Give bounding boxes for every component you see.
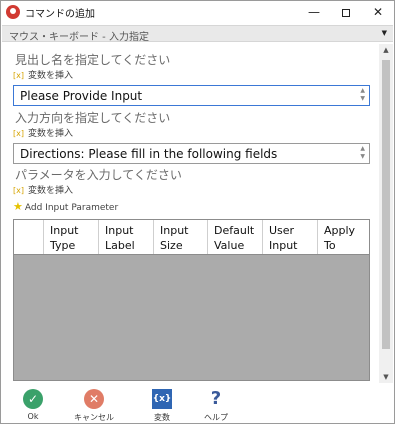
check-icon: ✓: [23, 389, 43, 409]
dialog-window: コマンドの追加 — ✕ マウス・キーボード - 入力指定 ▼ ▲ ▼ 見出し名を…: [0, 0, 395, 424]
window-title: コマンドの追加: [25, 9, 95, 20]
table-header: Input Type Input Label Input Size Default Va…: [14, 220, 369, 255]
cancel-button[interactable]: ✕ キャンセル: [72, 389, 116, 423]
scroll-down-arrow-icon[interactable]: ▼: [379, 373, 393, 381]
table-header-default-value[interactable]: Default Value: [207, 220, 262, 254]
section-title: マウス・キーボード - 入力指定: [9, 32, 149, 43]
table-header-input-type[interactable]: Input Type: [43, 220, 98, 254]
ok-label: Ok: [27, 412, 39, 421]
table-header-select[interactable]: [14, 220, 43, 254]
heading-name-value: Please Provide Input: [20, 89, 143, 103]
variable-icon: [x]: [13, 186, 24, 195]
star-icon: ★: [13, 200, 23, 213]
minimize-button[interactable]: —: [299, 1, 329, 23]
variable-icon: [x]: [13, 71, 24, 80]
variable-icon: [x]: [13, 129, 24, 138]
input-direction-input[interactable]: Directions: Please fill in the following…: [13, 143, 370, 164]
insert-variable-label: 変数を挿入: [27, 129, 73, 139]
table-header-input-label[interactable]: Input Label: [98, 220, 153, 254]
insert-variable-link-2[interactable]: [x] 変数を挿入: [13, 126, 73, 139]
help-button[interactable]: ? ヘルプ: [194, 389, 238, 423]
add-input-parameter-label: Add Input Parameter: [24, 203, 119, 213]
ok-button[interactable]: ✓ Ok: [11, 389, 55, 421]
heading-name-label: 見出し名を指定してください: [15, 53, 171, 67]
insert-variable-label: 変数を挿入: [27, 71, 73, 81]
cancel-x-icon: ✕: [84, 389, 104, 409]
spin-arrows-icon[interactable]: ▲ ▼: [360, 87, 365, 103]
chevron-down-icon[interactable]: ▼: [382, 29, 387, 37]
add-input-parameter-button[interactable]: ★ Add Input Parameter: [13, 200, 118, 213]
insert-variable-link-1[interactable]: [x] 変数を挿入: [13, 68, 73, 81]
scroll-up-arrow-icon[interactable]: ▲: [379, 46, 393, 54]
heading-name-input[interactable]: Please Provide Input ▲ ▼: [13, 85, 370, 106]
help-question-icon: ?: [210, 388, 222, 409]
parameter-table: Input Type Input Label Input Size Default Va…: [13, 219, 370, 381]
help-label: ヘルプ: [204, 413, 228, 422]
input-direction-label: 入力方向を指定してください: [15, 111, 171, 125]
footer-toolbar: ✓ Ok ✕ キャンセル {x} 変数 ? ヘルプ: [2, 383, 393, 423]
insert-variable-label: 変数を挿入: [27, 186, 73, 196]
input-direction-value: Directions: Please fill in the following…: [20, 147, 278, 161]
table-header-input-size[interactable]: Input Size: [153, 220, 207, 254]
spin-arrows-icon[interactable]: ▲ ▼: [360, 145, 365, 161]
parameters-label: パラメータを入力してください: [15, 168, 182, 182]
section-header[interactable]: マウス・キーボード - 入力指定 ▼: [2, 25, 393, 43]
scroll-thumb[interactable]: [382, 60, 390, 349]
table-header-user-input[interactable]: User Input: [262, 220, 317, 254]
app-icon: [6, 5, 20, 19]
title-bar: コマンドの追加 — ✕: [1, 1, 394, 23]
maximize-icon: [342, 8, 350, 17]
vertical-scrollbar[interactable]: ▲ ▼: [379, 44, 393, 383]
variable-braces-icon: {x}: [152, 389, 172, 409]
variable-label: 変数: [154, 413, 170, 422]
variable-button[interactable]: {x} 変数: [140, 389, 184, 423]
cancel-label: キャンセル: [74, 413, 114, 422]
maximize-button[interactable]: [331, 1, 361, 23]
close-button[interactable]: ✕: [363, 1, 393, 23]
insert-variable-link-3[interactable]: [x] 変数を挿入: [13, 183, 73, 196]
table-header-apply-to[interactable]: Apply To: [317, 220, 369, 254]
